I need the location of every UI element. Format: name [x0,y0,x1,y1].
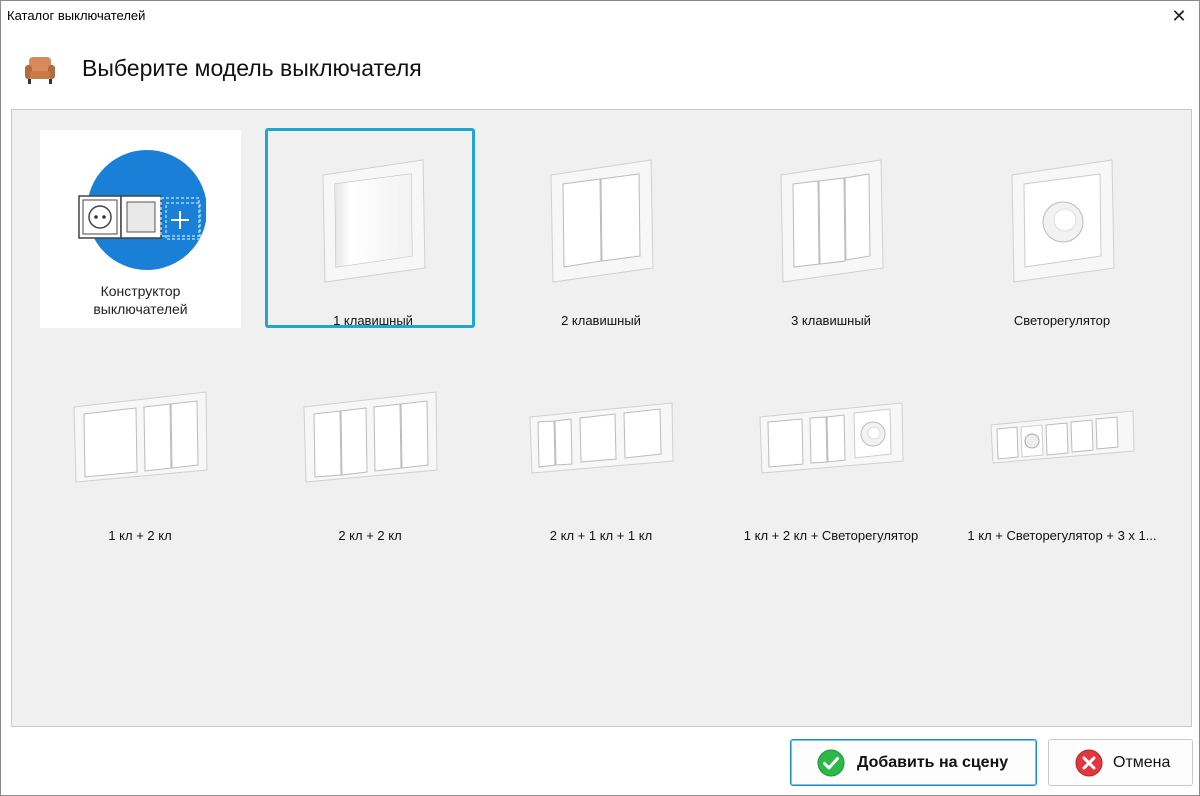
model-tile-1-dimmer-3x1[interactable]: 1 кл + Светорегулятор + 3 х 1... [957,348,1167,548]
model-label: 1 кл + 2 кл + Светорегулятор [743,528,919,543]
switch-thumbnail [268,131,478,309]
armchair-icon [25,57,55,84]
close-icon[interactable]: ✕ [1159,1,1199,31]
constructor-icon [78,150,206,270]
model-tile-dimmer[interactable]: Светорегулятор [957,131,1167,331]
model-label: 1 кл + Светорегулятор + 3 х 1... [967,528,1157,543]
cancel-icon [1075,749,1103,776]
switch-thumbnail [726,348,936,526]
add-to-scene-button[interactable]: Добавить на сцену [790,739,1037,786]
switch-thumbnail [496,348,706,526]
constructor-tile[interactable]: Конструктор выключателей [40,130,241,328]
model-label: 3 клавишный [791,313,871,328]
model-grid: Конструктор выключателей 1 клавишный 2 к… [11,109,1192,727]
window-title: Каталог выключателей [7,8,146,23]
page-title: Выберите модель выключателя [82,55,422,81]
cancel-label: Отмена [1113,753,1171,771]
catalog-window: Каталог выключателей ✕ Выберите модель в… [0,0,1200,796]
switch-thumbnail [265,348,475,526]
constructor-label: Конструктор выключателей [93,283,188,317]
model-tile-3-key[interactable]: 3 клавишный [726,131,936,331]
switch-thumbnail [957,348,1167,526]
model-label: 2 клавишный [561,313,641,328]
dimmer-thumbnail [957,131,1167,309]
switch-thumbnail [726,131,936,309]
dialog-header: Выберите модель выключателя [1,31,1199,109]
model-label: 1 клавишный [333,313,413,328]
model-tile-2-key[interactable]: 2 клавишный [496,131,706,331]
dialog-footer: Добавить на сцену Отмена [1,728,1199,796]
model-tile-2-plus-2[interactable]: 2 кл + 2 кл [265,348,475,548]
model-tile-1-key[interactable]: 1 клавишный [265,128,475,328]
model-label: 1 кл + 2 кл [108,528,172,543]
checkmark-icon [817,749,845,776]
model-tile-1-2-dimmer[interactable]: 1 кл + 2 кл + Светорегулятор [726,348,936,548]
switch-thumbnail [496,131,706,309]
model-label: 2 кл + 1 кл + 1 кл [549,528,653,543]
model-label: 2 кл + 2 кл [338,528,402,543]
model-tile-2-1-1[interactable]: 2 кл + 1 кл + 1 кл [496,348,706,548]
switch-thumbnail [35,348,245,526]
add-to-scene-label: Добавить на сцену [857,753,1009,771]
model-tile-1-plus-2[interactable]: 1 кл + 2 кл [35,348,245,548]
model-label: Светорегулятор [1013,313,1111,328]
title-bar: Каталог выключателей ✕ [1,1,1199,31]
cancel-button[interactable]: Отмена [1048,739,1193,786]
